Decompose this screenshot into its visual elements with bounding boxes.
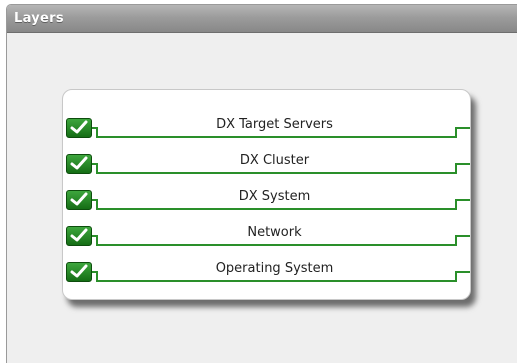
layer-label: Network xyxy=(247,225,302,240)
layer-label: DX System xyxy=(238,189,311,204)
layers-panel: Layers DX Target Servers DX Cluster DX S… xyxy=(6,4,517,363)
panel-title: Layers xyxy=(7,5,517,33)
check-icon[interactable] xyxy=(66,190,92,210)
layer-row-dx-cluster[interactable]: DX Cluster xyxy=(63,151,470,179)
check-icon[interactable] xyxy=(66,226,92,246)
check-icon[interactable] xyxy=(66,154,92,174)
check-icon[interactable] xyxy=(66,262,92,282)
layers-card: DX Target Servers DX Cluster DX System N… xyxy=(62,89,471,300)
layer-row-operating-system[interactable]: Operating System xyxy=(63,259,470,287)
layer-label: DX Cluster xyxy=(239,153,310,168)
check-icon[interactable] xyxy=(66,118,92,138)
layer-label: DX Target Servers xyxy=(216,117,333,132)
layer-row-dx-target-servers[interactable]: DX Target Servers xyxy=(63,115,470,143)
layer-row-network[interactable]: Network xyxy=(63,223,470,251)
layer-label: Operating System xyxy=(215,261,334,276)
layer-row-dx-system[interactable]: DX System xyxy=(63,187,470,215)
